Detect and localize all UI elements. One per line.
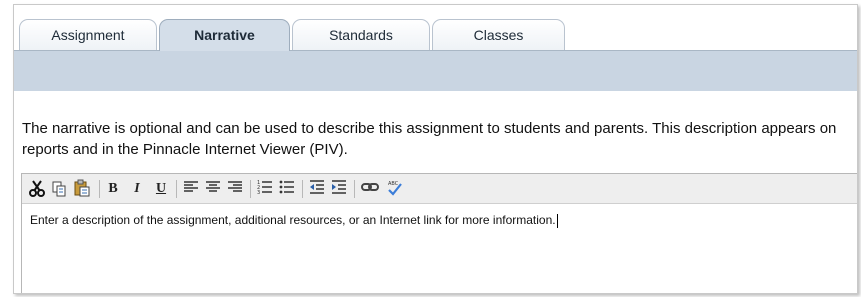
toolbar-separator bbox=[176, 180, 177, 198]
tab-standards[interactable]: Standards bbox=[292, 19, 430, 51]
link-icon[interactable] bbox=[360, 179, 380, 199]
spellcheck-icon[interactable]: ABC bbox=[384, 179, 404, 199]
tab-assignment[interactable]: Assignment bbox=[19, 19, 157, 51]
italic-icon[interactable]: I bbox=[129, 179, 145, 199]
tab-strip: Assignment Narrative Standards Classes bbox=[14, 5, 857, 51]
svg-text:ABC: ABC bbox=[388, 181, 399, 187]
narrative-editor: B I U 1 2 3 ABC Enter a description of t… bbox=[21, 173, 857, 293]
numbered-list-icon[interactable]: 123 bbox=[256, 179, 274, 199]
align-left-icon[interactable] bbox=[182, 179, 200, 199]
bold-icon[interactable]: B bbox=[105, 179, 121, 199]
paste-icon[interactable] bbox=[72, 179, 92, 199]
underline-icon[interactable]: U bbox=[153, 179, 169, 199]
align-center-icon[interactable] bbox=[204, 179, 222, 199]
toolbar-separator bbox=[99, 180, 100, 198]
bulleted-list-icon[interactable] bbox=[278, 179, 296, 199]
indent-icon[interactable] bbox=[330, 179, 348, 199]
copy-icon[interactable] bbox=[50, 179, 68, 199]
toolbar-separator bbox=[302, 180, 303, 198]
editor-content[interactable]: Enter a description of the assignment, a… bbox=[30, 213, 558, 228]
tab-classes[interactable]: Classes bbox=[432, 19, 565, 51]
toolbar-separator bbox=[354, 180, 355, 198]
editor-toolbar: B I U 1 2 3 ABC bbox=[22, 174, 857, 204]
toolbar-separator bbox=[250, 180, 251, 198]
header-band bbox=[14, 50, 857, 91]
narrative-description: The narrative is optional and can be use… bbox=[22, 120, 837, 158]
text-caret bbox=[556, 213, 558, 228]
align-right-icon[interactable] bbox=[226, 179, 244, 199]
tab-narrative[interactable]: Narrative bbox=[159, 19, 290, 51]
outdent-icon[interactable] bbox=[308, 179, 326, 199]
assignment-window: Assignment Narrative Standards Classes T… bbox=[13, 4, 858, 294]
cut-icon[interactable] bbox=[28, 179, 46, 199]
svg-text:3: 3 bbox=[257, 190, 260, 195]
